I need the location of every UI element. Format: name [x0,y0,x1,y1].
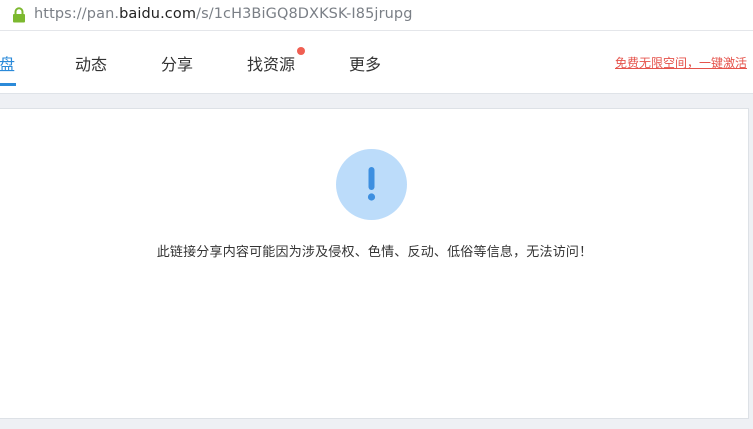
address-bar[interactable]: https://pan.baidu.com/s/1cH3BiGQ8DXKSK-I… [0,0,753,31]
alert-badge [336,149,407,220]
tab-netdisk[interactable]: 网盘 [0,51,15,75]
notice-card: 此链接分享内容可能因为涉及侵权、色情、反动、低俗等信息，无法访问！ [0,108,749,419]
tab-activity[interactable]: 动态 [75,51,107,75]
free-space-promo-link[interactable]: 免费无限空间，一键激活 [615,54,747,71]
tab-find-resources[interactable]: 找资源 [247,51,295,75]
lock-icon [13,7,25,23]
tab-more[interactable]: 更多 [349,51,381,75]
exclamation-icon [367,167,376,201]
notification-dot [297,47,305,55]
url-domain: baidu.com [119,6,197,22]
active-tab-indicator [0,83,16,86]
notice-message: 此链接分享内容可能因为涉及侵权、色情、反动、低俗等信息，无法访问！ [156,245,593,260]
tab-share[interactable]: 分享 [161,51,193,75]
url-path: /s/1cH3BiGQ8DXKSK-I85jrupg [196,6,413,22]
url-prefix: https://pan. [34,6,120,22]
url-text[interactable]: https://pan.baidu.com/s/1cH3BiGQ8DXKSK-I… [34,6,413,22]
top-nav: 网盘 动态 分享 找资源 更多 免费无限空间，一键激活 [0,31,753,94]
